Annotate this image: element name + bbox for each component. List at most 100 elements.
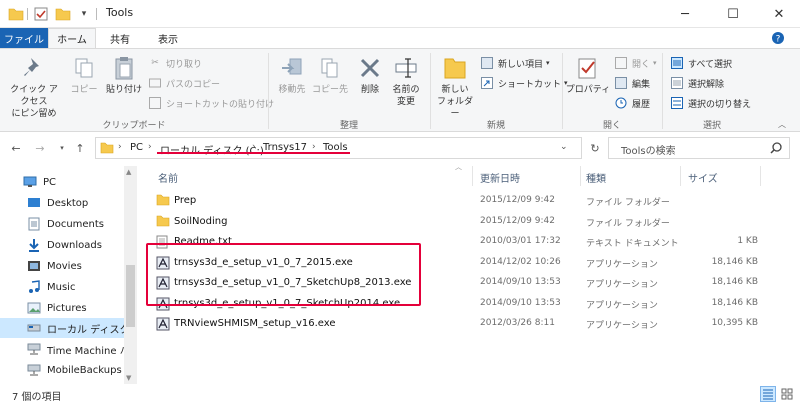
search-input[interactable]: Toolsの検索	[621, 142, 676, 157]
shortcut-icon	[148, 96, 162, 110]
refresh-icon[interactable]: ↻	[587, 140, 603, 156]
help-icon[interactable]: ?	[770, 31, 786, 45]
paste-shortcut-label: ショートカットの貼り付け	[166, 99, 275, 110]
scroll-down-arrow-icon[interactable]: ▼	[126, 374, 131, 382]
folder-icon	[156, 194, 170, 208]
copy-path-button[interactable]: パスのコピー	[148, 75, 220, 91]
copy-to-label: コピー先	[311, 85, 348, 95]
sidebar-item-label: Movies	[47, 260, 82, 272]
collapse-ribbon-icon[interactable]: ︿	[778, 119, 786, 130]
status-bar: 7 個の項目	[0, 384, 800, 404]
tab-file[interactable]: ファイル	[0, 28, 48, 48]
search-box[interactable]: Toolsの検索	[608, 137, 790, 159]
maximize-button[interactable]: ☐	[710, 0, 756, 28]
copy-icon	[71, 55, 97, 81]
sidebar-item-label: Pictures	[47, 302, 87, 314]
new-folder-button[interactable]: 新しい フォルダー	[434, 55, 476, 120]
column-header-type[interactable]: 種類	[586, 170, 606, 185]
sidebar-item-time-machine[interactable]: Time Machine バ	[0, 339, 124, 359]
delete-button[interactable]: 削除	[352, 55, 388, 96]
shortcut-button[interactable]: ショートカット ▾	[480, 75, 568, 91]
file-type: アプリケーション	[586, 300, 658, 311]
file-date: 2014/09/10 13:53	[480, 277, 561, 287]
breadcrumb-pc[interactable]: PC	[130, 142, 143, 153]
navigation-bar: ← → ▾ ↑ › PC › ローカル ディスク (C:) › Trnsys17…	[0, 136, 800, 160]
file-date: 2014/12/02 10:26	[480, 256, 561, 267]
open-button[interactable]: 開く ▾	[614, 55, 657, 71]
select-all-icon	[670, 56, 684, 70]
file-row[interactable]: SoilNoding 2015/12/09 9:42 ファイル フォルダー	[150, 213, 790, 231]
sidebar-item-music[interactable]: Music	[0, 277, 124, 297]
paste-button[interactable]: 貼り付け	[104, 55, 144, 96]
quick-access-divider	[27, 6, 29, 22]
file-row[interactable]: Prep 2015/12/09 9:42 ファイル フォルダー	[150, 192, 790, 210]
customize-quick-access-icon[interactable]: ▾	[76, 6, 92, 22]
history-label: 履歴	[632, 99, 651, 110]
copy-button[interactable]: コピー	[66, 55, 102, 96]
tab-view[interactable]: 表示	[144, 28, 192, 48]
scroll-up-arrow-icon[interactable]: ▲	[126, 168, 131, 176]
rename-button[interactable]: 名前の 変更	[388, 55, 424, 108]
column-divider[interactable]	[472, 166, 473, 186]
sidebar-item-label: ローカル ディスク (C	[47, 324, 124, 336]
minimize-button[interactable]: ─	[662, 0, 708, 28]
tab-share[interactable]: 共有	[96, 28, 144, 48]
open-icon	[614, 56, 628, 70]
sidebar-item-pc[interactable]: PC	[0, 172, 124, 192]
properties-button[interactable]: プロパティ	[566, 55, 610, 96]
recent-dropdown-icon[interactable]: ▾	[54, 140, 70, 156]
select-none-icon	[670, 76, 684, 90]
breadcrumb-chevron-icon: ›	[252, 142, 256, 152]
pin-quick-access-button[interactable]: クイック アクセス にピン留め	[6, 55, 62, 120]
sidebar-item-downloads[interactable]: Downloads	[0, 235, 124, 255]
sidebar-item-mobile-backups[interactable]: MobileBackups (	[0, 360, 124, 380]
new-folder-icon[interactable]	[55, 6, 71, 22]
sidebar-item-label: Downloads	[47, 239, 102, 251]
large-icons-view-button[interactable]	[779, 386, 795, 402]
sidebar-item-label: PC	[43, 176, 57, 188]
cut-button[interactable]: ✂ 切り取り	[148, 55, 202, 71]
address-dropdown-icon[interactable]: ⌄	[560, 142, 568, 152]
edit-button[interactable]: 編集	[614, 75, 650, 91]
column-divider[interactable]	[760, 166, 761, 186]
file-row[interactable]: TRNviewSHMISM_setup_v16.exe 2012/03/26 8:…	[150, 315, 790, 333]
breadcrumb-local-disk[interactable]: ローカル ディスク (C:)	[160, 142, 264, 157]
invert-selection-button[interactable]: 選択の切り替え	[670, 95, 751, 111]
ribbon: クイック アクセス にピン留め コピー 貼り付け ✂ 切り取り パスのコピー ショ…	[0, 48, 800, 132]
column-header-name[interactable]: 名前	[158, 170, 178, 185]
paste-shortcut-button[interactable]: ショートカットの貼り付け	[148, 95, 274, 111]
column-header-date[interactable]: 更新日時	[480, 170, 520, 185]
sidebar-item-local-disk[interactable]: ローカル ディスク (C	[0, 318, 124, 338]
new-item-button[interactable]: 新しい項目 ▾	[480, 55, 550, 71]
address-bar[interactable]: › PC › ローカル ディスク (C:) › Trnsys17 › Tools…	[95, 137, 582, 159]
copy-to-icon	[317, 55, 343, 81]
up-arrow-icon[interactable]: ↑	[72, 140, 88, 156]
column-divider[interactable]	[580, 166, 581, 186]
clipboard-group-label: クリップボード	[102, 121, 166, 131]
select-none-button[interactable]: 選択解除	[670, 75, 724, 91]
title-bar: ▾ Tools ─ ☐ ✕	[0, 0, 800, 28]
computer-icon	[22, 175, 38, 189]
copy-label: コピー	[70, 85, 98, 95]
search-icon[interactable]	[769, 141, 783, 155]
sidebar-item-movies[interactable]: Movies	[0, 256, 124, 276]
move-to-button[interactable]: 移動先	[272, 55, 312, 96]
history-button[interactable]: 履歴	[614, 95, 650, 111]
column-header-size[interactable]: サイズ	[688, 170, 718, 185]
breadcrumb-chevron-icon: ›	[312, 142, 316, 152]
properties-check-icon[interactable]	[34, 6, 50, 22]
tab-home[interactable]: ホーム	[48, 28, 96, 48]
forward-arrow-icon[interactable]: →	[32, 140, 48, 156]
select-all-button[interactable]: すべて選択	[670, 55, 732, 71]
sidebar-item-documents[interactable]: Documents	[0, 214, 124, 234]
sidebar-scroll-thumb[interactable]	[126, 265, 135, 327]
details-view-button[interactable]	[760, 386, 776, 402]
sidebar-item-pictures[interactable]: Pictures	[0, 298, 124, 318]
sidebar-item-label: Time Machine バ	[47, 345, 124, 357]
back-arrow-icon[interactable]: ←	[8, 140, 24, 156]
movies-icon	[26, 259, 42, 273]
close-button[interactable]: ✕	[756, 0, 800, 28]
copy-to-button[interactable]: コピー先	[310, 55, 350, 96]
column-divider[interactable]	[680, 166, 681, 186]
sidebar-item-desktop[interactable]: Desktop	[0, 193, 124, 213]
